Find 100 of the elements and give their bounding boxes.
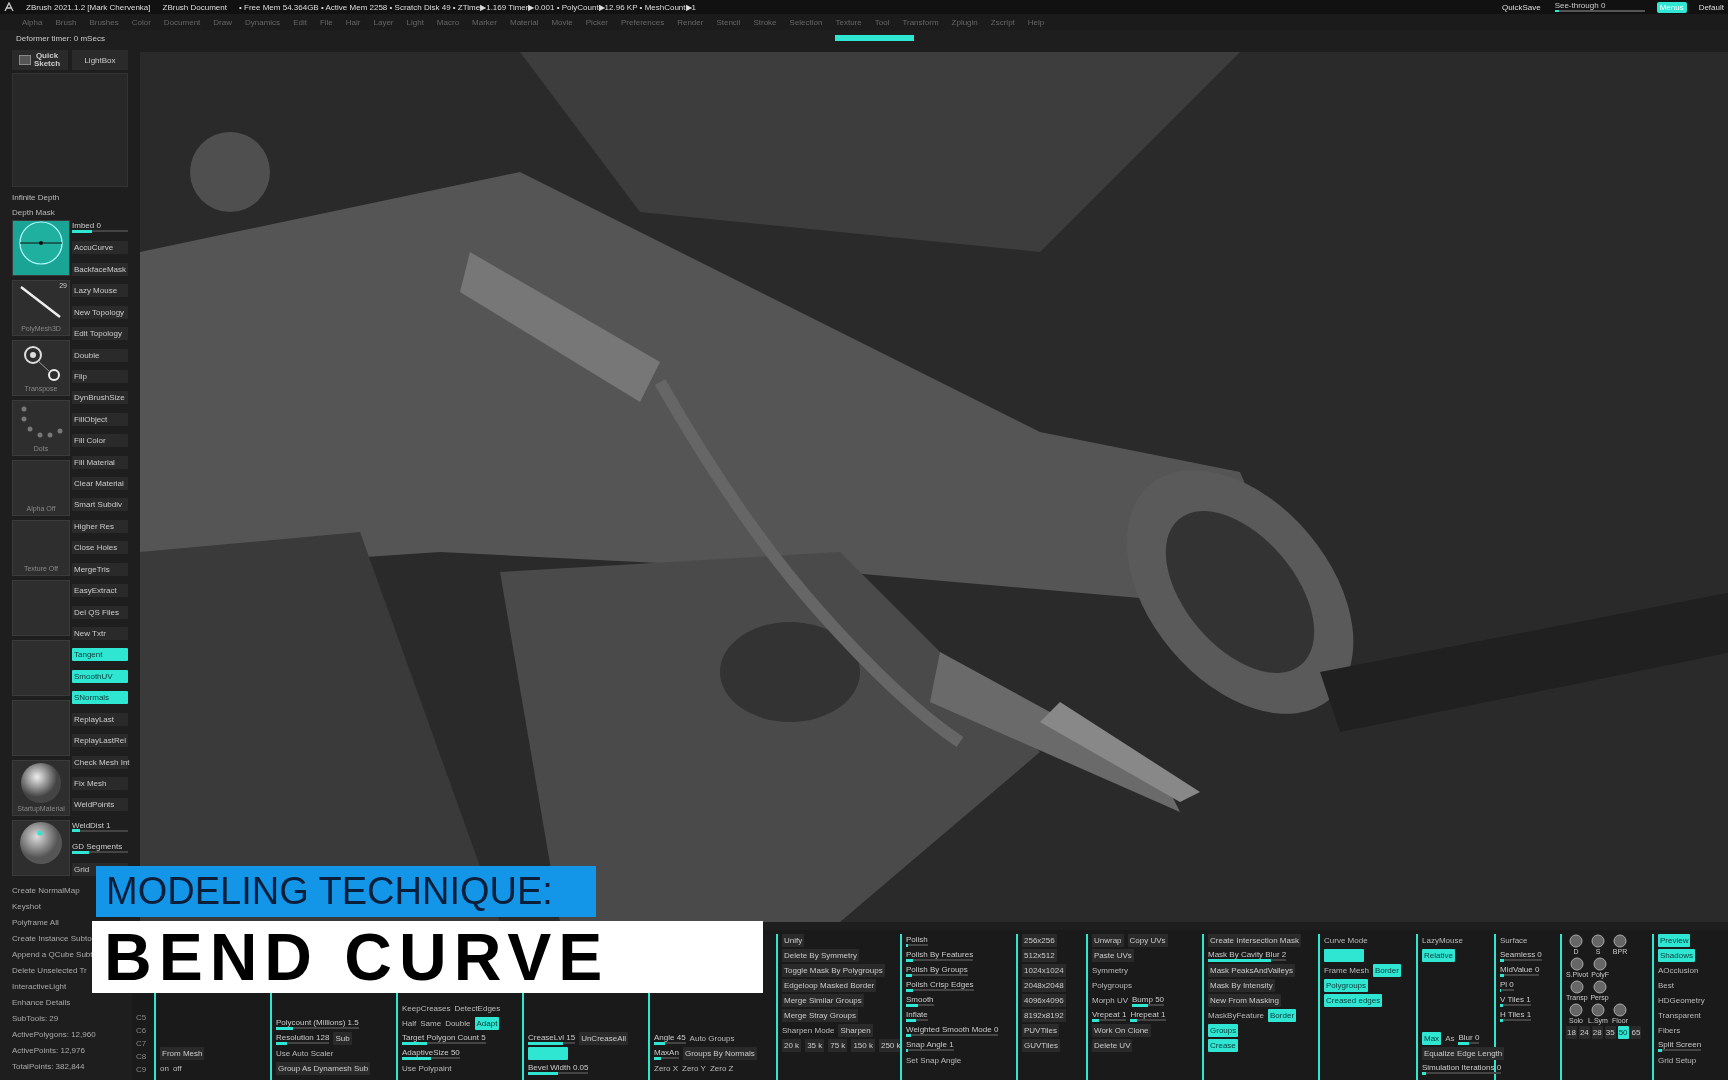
tool-button[interactable]: Flip [72, 369, 128, 383]
tool-button[interactable]: EasyExtract [72, 584, 128, 598]
slider[interactable]: Simulation Iterations 0 [1422, 1062, 1502, 1075]
slider[interactable]: Bump 50 [1132, 994, 1165, 1007]
option-label[interactable]: LazyMouse [1422, 934, 1463, 947]
slider[interactable]: Polish By Features [906, 949, 974, 962]
tool-button[interactable]: 1024x1024 [1022, 964, 1066, 977]
tool-button[interactable]: Sub [333, 1032, 352, 1045]
option-label[interactable]: HDGeometry [1658, 994, 1705, 1007]
slider[interactable]: Imbed 0 [72, 220, 128, 233]
slider[interactable]: MidValue 0 [1500, 964, 1540, 977]
see-through-slider[interactable]: See-through 0 [1554, 2, 1645, 12]
option-label[interactable]: Use Polypaint [402, 1062, 452, 1075]
tool-button[interactable]: Create Intersection Mask [1208, 934, 1301, 947]
slider[interactable]: Weighted Smooth Mode 0 [906, 1024, 999, 1037]
slot-label[interactable]: C8 [136, 1052, 148, 1061]
tool-button[interactable]: Mask By Intensity [1208, 979, 1275, 992]
option-label[interactable]: Set Snap Angle [906, 1054, 962, 1067]
slider[interactable]: Pl 0 [1500, 979, 1514, 992]
tool-button[interactable]: Creased edges [1324, 994, 1383, 1007]
tool-button[interactable]: Double [72, 348, 128, 362]
tool-button[interactable]: Toggle Mask By Polygroups [782, 964, 885, 977]
tool-button[interactable] [528, 1047, 568, 1060]
slider[interactable]: WeldDist 1 [72, 819, 128, 833]
slot-label[interactable]: C6 [136, 1026, 148, 1035]
tool-button[interactable] [1324, 949, 1364, 962]
tool-button[interactable]: Close Holes [72, 541, 128, 555]
slider[interactable]: H Tiles 1 [1500, 1009, 1532, 1022]
slider[interactable]: Inflate [906, 1009, 928, 1022]
tool-button[interactable]: 4096x4096 [1022, 994, 1066, 1007]
slider[interactable]: Vrepeat 1 [1092, 1009, 1127, 1022]
slider[interactable]: GD Segments [72, 841, 128, 855]
tool-button[interactable]: Fill Material [72, 455, 128, 469]
tool-button[interactable]: MergeTris [72, 562, 128, 576]
depth-mask-label[interactable]: Depth Mask [12, 205, 128, 219]
tool-button[interactable]: 28 [1591, 1026, 1603, 1039]
menu-entry[interactable]: Append a QCube Subt [12, 948, 93, 962]
palette-thumbnail[interactable] [12, 640, 70, 696]
menu-entry[interactable]: SubTools: 29 [12, 1012, 59, 1026]
tool-button[interactable]: Unwrap [1092, 934, 1124, 947]
tool-button[interactable]: 2048x2048 [1022, 979, 1066, 992]
slider[interactable]: MaxAn [654, 1047, 679, 1060]
option-label[interactable]: Zero X [654, 1062, 678, 1075]
slider[interactable]: Hrepeat 1 [1130, 1009, 1166, 1022]
menu-entry[interactable]: Create NormalMap [12, 884, 80, 898]
tool-button[interactable]: 65 [1630, 1026, 1642, 1039]
option-label[interactable]: Frame Mesh [1324, 964, 1369, 977]
tool-button[interactable]: DynBrushSize [72, 391, 128, 405]
slot-label[interactable]: C5 [136, 1013, 148, 1022]
tool-button[interactable]: Adapt [474, 1017, 500, 1030]
tool-button[interactable]: From Mesh [160, 1047, 205, 1060]
slider[interactable]: Polish Crisp Edges [906, 979, 974, 992]
tool-button[interactable]: FillObject [72, 412, 128, 426]
infinite-depth-label[interactable]: Infinite Depth [12, 192, 60, 202]
tool-button[interactable]: Smart Subdiv [72, 498, 128, 512]
slider[interactable]: AdaptiveSize 50 [402, 1047, 460, 1060]
tool-button[interactable]: Fill Color [72, 434, 128, 448]
tool-button[interactable]: Higher Res [72, 519, 128, 533]
menu-entry[interactable]: Create Instance Subto [12, 932, 92, 946]
tool-button[interactable]: Border [1372, 964, 1401, 977]
option-label[interactable]: DetectEdges [454, 1002, 501, 1015]
tool-button[interactable]: Fix Mesh [72, 776, 128, 790]
tool-button[interactable]: 8192x8192 [1022, 1009, 1066, 1022]
tool-button[interactable]: Work On Clone [1092, 1024, 1151, 1037]
option-label[interactable]: MaskByFeature [1208, 1009, 1265, 1022]
menu-entry[interactable]: InteractiveLight [12, 980, 67, 994]
option-label[interactable]: Use Auto Scaler [276, 1047, 334, 1060]
option-label[interactable]: Transparent [1658, 1009, 1701, 1022]
slider[interactable]: Polish By Groups [906, 964, 968, 977]
slider[interactable]: Angle 45 [654, 1032, 686, 1045]
option-label[interactable]: Zero Z [709, 1062, 734, 1075]
option-label[interactable]: Zero Y [682, 1062, 706, 1075]
tool-button[interactable]: Paste UVs [1092, 949, 1134, 962]
option-label[interactable]: KeepCreases [402, 1002, 451, 1015]
slider[interactable]: V Tiles 1 [1500, 994, 1531, 1007]
layout-name[interactable]: Default [1698, 2, 1724, 12]
tool-button[interactable]: Crease [1208, 1039, 1238, 1052]
tool-button[interactable]: Lazy Mouse [72, 284, 128, 298]
tool-button[interactable]: Merge Stray Groups [782, 1009, 859, 1022]
slider[interactable]: Bevel Width 0.05 [528, 1062, 589, 1075]
tool-button[interactable]: Groups By Normals [682, 1047, 757, 1060]
tool-button[interactable]: Delete By Symmetry [782, 949, 859, 962]
tool-button[interactable]: Sharpen [838, 1024, 873, 1037]
tool-button[interactable]: WeldPoints [72, 798, 128, 812]
tool-button[interactable]: 50 [1617, 1026, 1629, 1039]
tool-button[interactable]: Del QS Files [72, 605, 128, 619]
tool-button[interactable]: ReplayLastRel [72, 734, 128, 748]
tool-button[interactable]: Max [1422, 1032, 1442, 1045]
tool-button[interactable]: New From Masking [1208, 994, 1281, 1007]
tool-button[interactable]: New Txtr [72, 627, 128, 640]
slider[interactable]: Smooth [906, 994, 934, 1007]
tool-button[interactable]: Groups [1208, 1024, 1239, 1037]
menu-entry[interactable]: Keyshot [12, 900, 41, 914]
option-label[interactable]: AOcclusion [1658, 964, 1699, 977]
menu-entry[interactable]: ActivePoints: 12,976 [12, 1044, 85, 1058]
option-label[interactable]: Sharpen Mode [782, 1024, 835, 1037]
option-label[interactable]: Auto Groups [689, 1032, 735, 1045]
tool-button[interactable]: Unify [782, 934, 805, 947]
tool-button[interactable]: BackfaceMask [72, 262, 128, 276]
tool-button[interactable]: New Topology [72, 305, 128, 319]
